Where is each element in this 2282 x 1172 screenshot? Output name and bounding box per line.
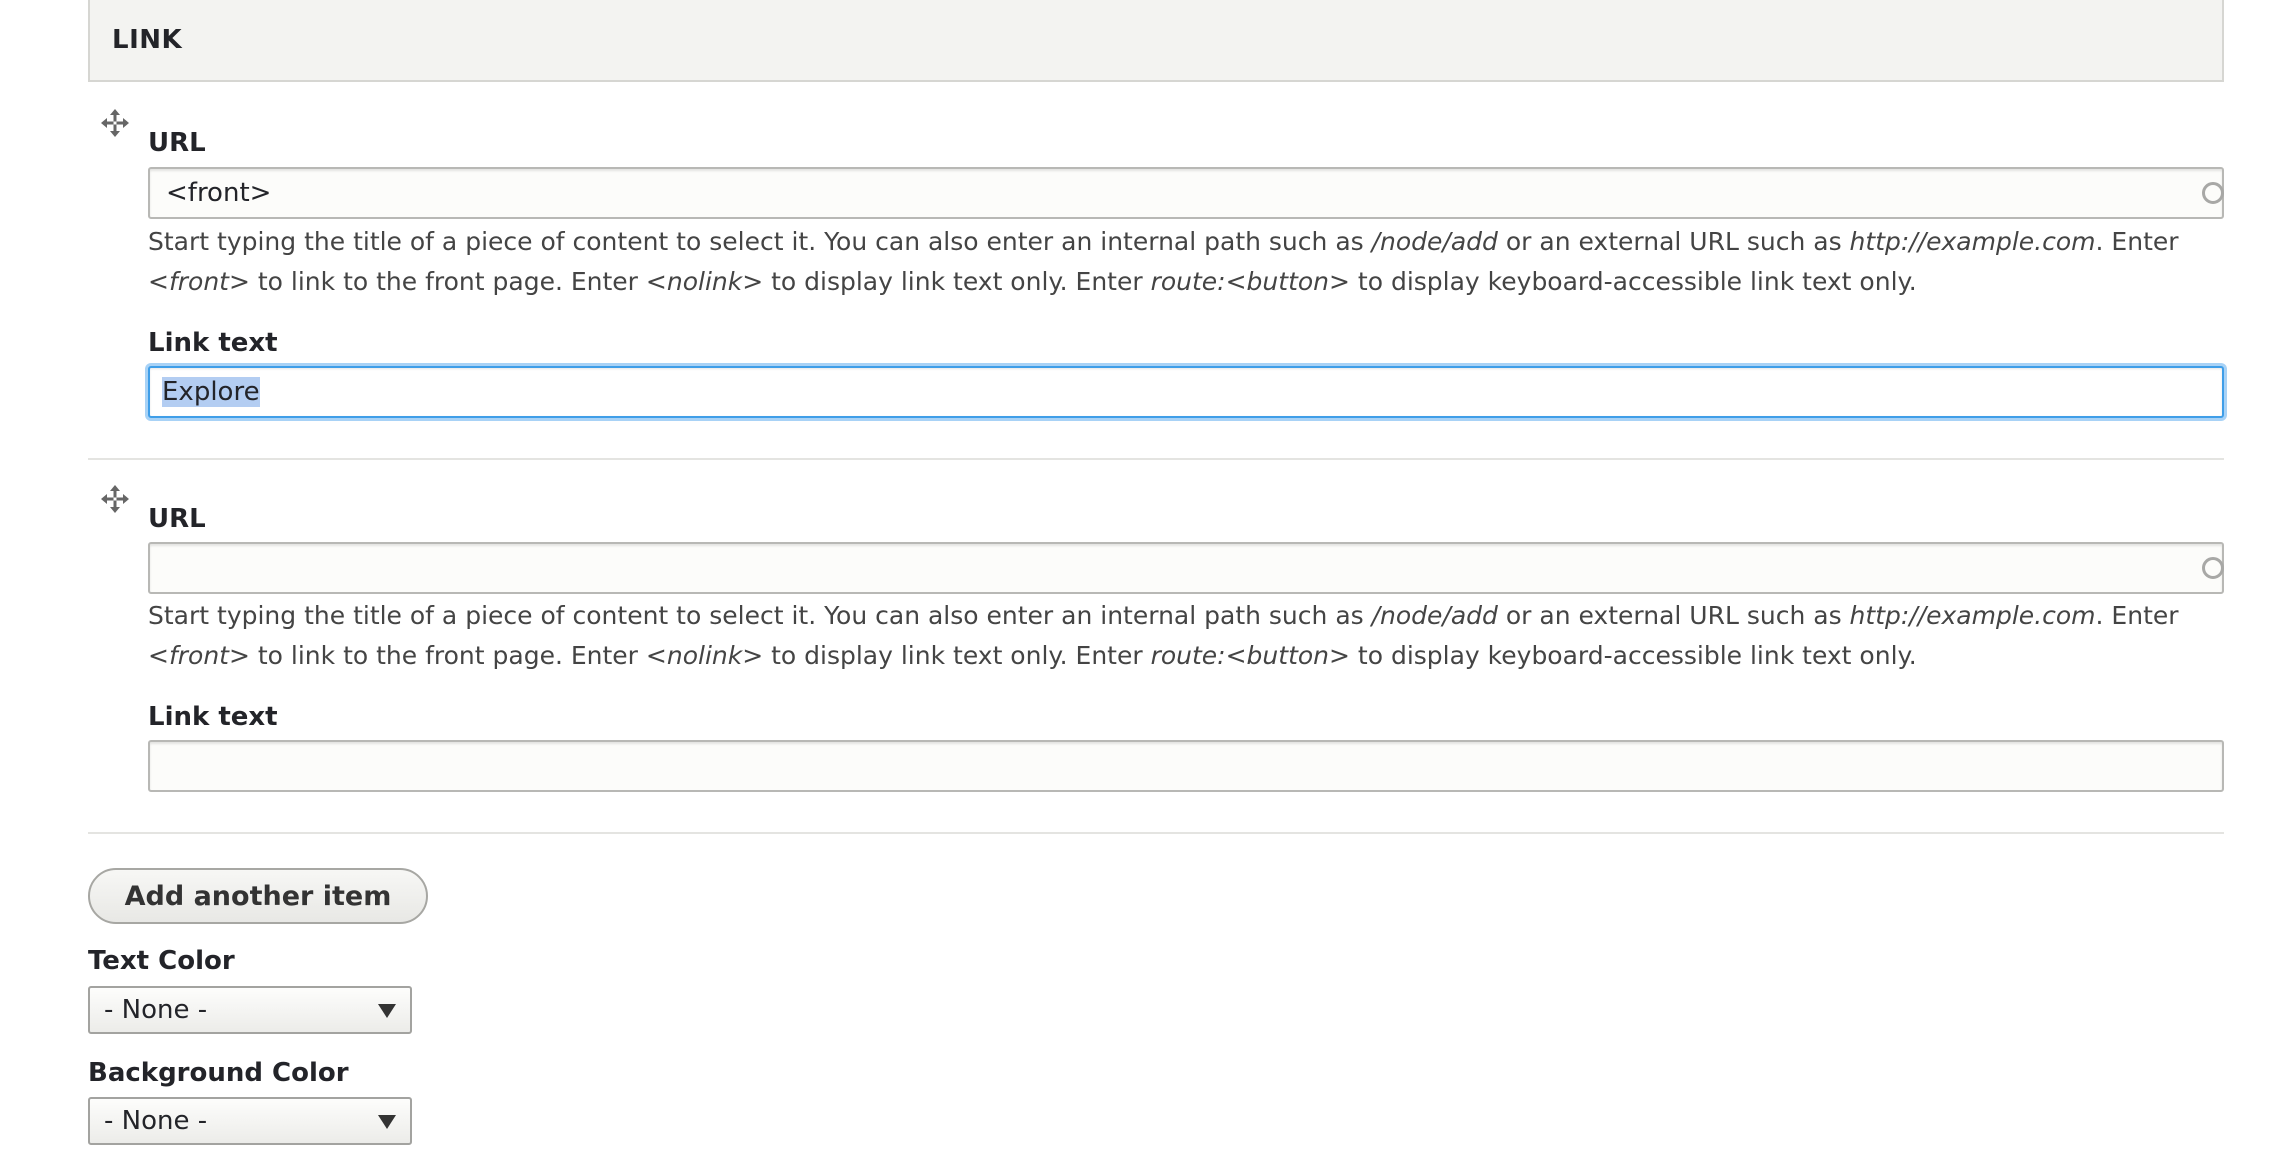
autocomplete-icon	[2202, 557, 2224, 579]
url-description: Start typing the title of a piece of con…	[148, 227, 2179, 296]
link-text-input[interactable]: Explore	[148, 366, 2224, 418]
move-icon[interactable]	[100, 108, 130, 138]
move-icon[interactable]	[100, 484, 130, 514]
background-color-selected: - None -	[104, 1106, 208, 1136]
item-divider	[88, 458, 2224, 460]
item-divider	[88, 832, 2224, 834]
url-label: URL	[148, 128, 206, 158]
url-label: URL	[148, 504, 206, 534]
fieldset-legend: LINK	[88, 0, 2224, 82]
link-fieldset: LINK	[88, 0, 2224, 82]
link-text-input[interactable]	[148, 740, 2224, 792]
autocomplete-icon	[2202, 182, 2224, 204]
chevron-down-icon	[378, 1115, 396, 1129]
url-input[interactable]	[148, 542, 2224, 594]
add-another-item-button[interactable]: Add another item	[88, 868, 428, 924]
background-color-select[interactable]: - None -	[88, 1097, 412, 1145]
link-text-label: Link text	[148, 328, 278, 358]
text-color-selected: - None -	[104, 995, 208, 1025]
link-text-value: Explore	[162, 377, 260, 407]
background-color-label: Background Color	[88, 1058, 349, 1088]
url-description: Start typing the title of a piece of con…	[148, 601, 2179, 670]
text-color-select[interactable]: - None -	[88, 986, 412, 1034]
text-color-label: Text Color	[88, 946, 235, 976]
chevron-down-icon	[378, 1004, 396, 1018]
link-text-label: Link text	[148, 702, 278, 732]
url-input[interactable]	[148, 167, 2224, 219]
